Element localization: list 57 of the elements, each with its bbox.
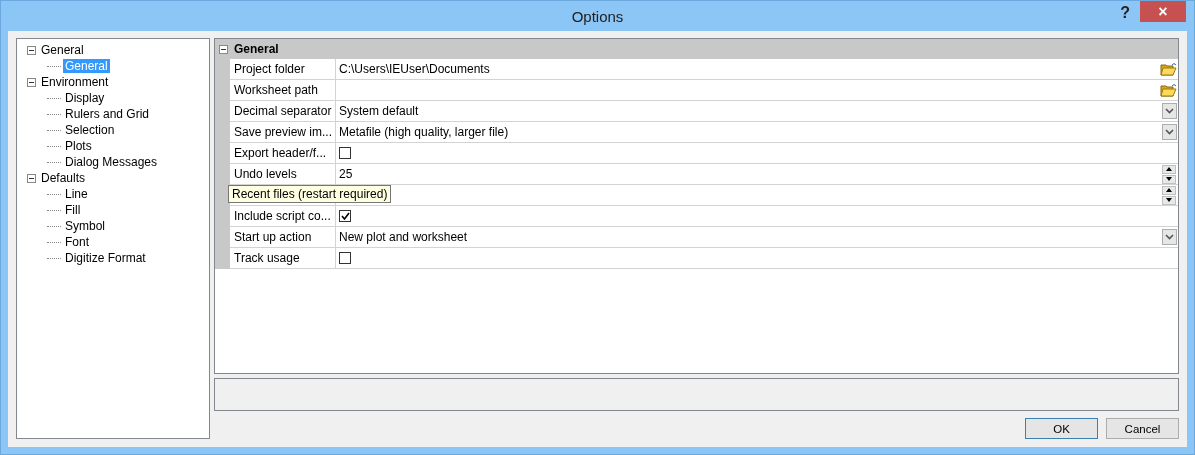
tree-item[interactable]: Digitize Format — [63, 251, 148, 265]
spin-down-button[interactable] — [1162, 174, 1176, 184]
property-label: Worksheet path — [234, 83, 318, 97]
tree-item[interactable]: Line — [63, 187, 90, 201]
dropdown-button[interactable] — [1162, 229, 1177, 245]
dialog-button[interactable]: OK — [1025, 418, 1098, 439]
property-value: C:\Users\IEUser\Documents — [339, 62, 491, 76]
property-value: Metafile (high quality, larger file) — [339, 125, 510, 139]
property-label: Track usage — [234, 251, 300, 265]
property-value: 25 — [339, 167, 354, 181]
checkbox[interactable] — [339, 147, 351, 159]
dropdown-button[interactable] — [1162, 103, 1177, 119]
folder-icon[interactable] — [1160, 83, 1177, 97]
chevron-icon — [1165, 129, 1174, 135]
help-button[interactable]: ? — [1116, 4, 1134, 22]
property-label: Project folder — [234, 62, 305, 76]
tree-item[interactable]: Font — [63, 235, 91, 249]
dialog-button[interactable]: Cancel — [1106, 418, 1179, 439]
up-arrow-icon — [1166, 188, 1172, 192]
tree-item[interactable]: Symbol — [63, 219, 107, 233]
collapse-icon[interactable] — [27, 173, 36, 183]
tree-item[interactable]: Plots — [63, 139, 94, 153]
chevron-icon — [1165, 108, 1174, 114]
tree-item[interactable]: Defaults — [39, 171, 88, 185]
folder-icon[interactable] — [1160, 62, 1177, 76]
property-value: New plot and worksheet — [339, 230, 469, 244]
property-label: Decimal separator — [234, 104, 332, 118]
down-arrow-icon — [1166, 198, 1172, 202]
spin-down-button[interactable] — [1162, 195, 1176, 205]
property-label: Export header/f... — [234, 146, 327, 160]
tooltip: Recent files (restart required) — [228, 185, 392, 203]
tree-item[interactable]: Display — [63, 91, 107, 105]
property-label: Undo levels — [234, 167, 297, 181]
collapse-icon[interactable] — [27, 77, 36, 87]
spin-up-button[interactable] — [1162, 164, 1176, 174]
property-value: System default — [339, 104, 420, 118]
collapse-icon[interactable] — [27, 45, 36, 55]
property-label: Start up action — [234, 230, 312, 244]
checkbox[interactable] — [339, 252, 351, 264]
chevron-icon — [1165, 234, 1174, 240]
up-arrow-icon — [1166, 167, 1172, 171]
tree-item[interactable]: General — [39, 43, 86, 57]
property-label: Save preview im... — [234, 125, 333, 139]
down-arrow-icon — [1166, 177, 1172, 181]
dropdown-button[interactable] — [1162, 124, 1177, 140]
window-title: Options — [571, 7, 624, 25]
collapse-icon[interactable] — [219, 44, 228, 54]
tree-item[interactable]: Environment — [39, 75, 111, 89]
spin-up-button[interactable] — [1162, 185, 1176, 195]
tree-item[interactable]: Rulers and Grid — [63, 107, 152, 121]
tree-item[interactable]: Selection — [63, 123, 117, 137]
category-header: General — [234, 42, 279, 56]
property-label: Include script co... — [234, 209, 331, 223]
checkbox[interactable] — [339, 210, 351, 222]
tree-item[interactable]: Fill — [63, 203, 83, 217]
close-button[interactable]: × — [1140, 1, 1186, 22]
tree-item[interactable]: Dialog Messages — [63, 155, 160, 169]
